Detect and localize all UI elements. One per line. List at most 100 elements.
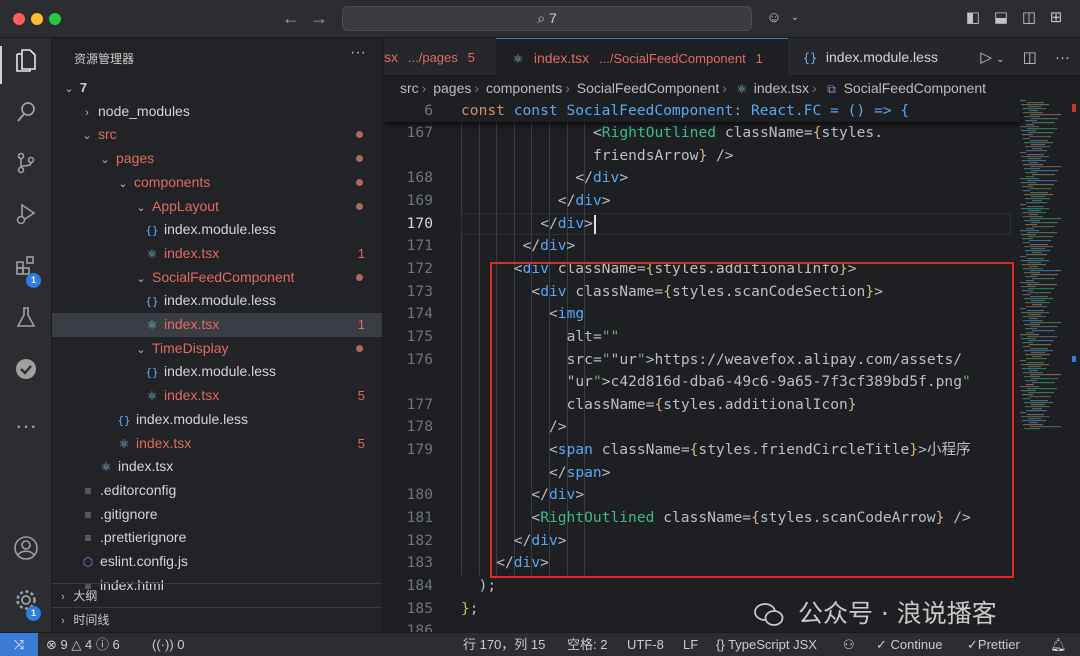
tree-item[interactable]: {} index.module.less	[52, 218, 382, 242]
tree-item[interactable]: ⚛ index.tsx 1	[52, 313, 382, 337]
remote-indicator-icon[interactable]: ⤨	[0, 633, 38, 656]
problem-count: 5	[357, 435, 365, 451]
problems-status[interactable]: ⊗ 9 △ 4 ⓘ 6	[46, 633, 120, 656]
chevron-down-icon[interactable]: ⌄	[996, 54, 1004, 65]
minimap-line	[1023, 424, 1043, 426]
breadcrumb-item[interactable]: pages	[433, 80, 471, 96]
settings-icon[interactable]: 1	[8, 587, 44, 623]
tree-item[interactable]: ⌄ SocialFeedComponent	[52, 266, 382, 290]
breadcrumb-item[interactable]: SocialFeedComponent	[844, 80, 986, 96]
tree-item[interactable]: {} index.module.less	[52, 360, 382, 384]
notifications-bell-icon[interactable]: 🔔︎	[1050, 633, 1067, 656]
toggle-panel-icon[interactable]: ⬓	[992, 9, 1010, 27]
minimap-line	[1025, 380, 1037, 382]
tree-item[interactable]: ⌄ src	[52, 123, 382, 147]
minimap-line	[1031, 144, 1045, 146]
line-number: 185	[406, 599, 433, 617]
more-actions-icon[interactable]: ···	[1055, 49, 1070, 66]
tree-item[interactable]: ⚛ index.tsx 5	[52, 432, 382, 456]
toggle-sidebar-icon[interactable]: ◧	[964, 9, 982, 27]
editor-scrollbar[interactable]	[1072, 100, 1080, 632]
code-line-text: friendsArrow} />	[593, 146, 734, 164]
tab-socialfeed-index[interactable]: ⚛ index.tsx .../SocialFeedComponent 1	[496, 38, 788, 76]
tree-root[interactable]: ⌄ 7	[52, 76, 382, 100]
prettier-status[interactable]: ✓Prettier	[967, 633, 1020, 656]
tree-item[interactable]: ⬡ eslint.config.js	[52, 550, 382, 574]
tree-item[interactable]: › node_modules	[52, 100, 382, 124]
testing-icon[interactable]	[8, 304, 44, 340]
tree-item[interactable]: ⌄ components	[52, 171, 382, 195]
tree-item[interactable]: ≡ .editorconfig	[52, 479, 382, 503]
tree-item[interactable]: ⌄ pages	[52, 147, 382, 171]
outline-section[interactable]: › 大纲	[52, 583, 382, 607]
tree-item[interactable]: ≡ .prettierignore	[52, 526, 382, 550]
run-icon[interactable]: ▷	[980, 49, 992, 66]
minimap-line	[1029, 396, 1051, 398]
tree-item[interactable]: ⚛ index.tsx 5	[52, 384, 382, 408]
copilot-icon[interactable]: ☺	[765, 9, 783, 27]
breadcrumb-item[interactable]: SocialFeedComponent	[577, 80, 719, 96]
react-icon: ⚛	[146, 318, 158, 332]
tree-item[interactable]: ≡ .gitignore	[52, 503, 382, 527]
search-icon[interactable]	[8, 99, 44, 135]
sticky-scroll[interactable]: 6 const const SocialFeedComponent: React…	[384, 100, 1020, 122]
eol-status[interactable]: LF	[683, 633, 698, 656]
minimap[interactable]	[1018, 100, 1070, 440]
minimap-line	[1025, 120, 1037, 122]
tab-problem-count: 5	[467, 50, 475, 65]
timeline-section[interactable]: › 时间线	[52, 607, 382, 631]
minimap-line	[1024, 194, 1053, 196]
toggle-secondary-sidebar-icon[interactable]: ◫	[1020, 9, 1038, 27]
minimap-line	[1026, 280, 1034, 282]
copilot-status-icon[interactable]: ⚇	[843, 633, 855, 656]
continue-status[interactable]: ✓ Continue	[876, 633, 943, 656]
source-control-icon[interactable]	[8, 150, 44, 186]
error-icon: ⊗	[46, 637, 57, 652]
forward-arrow-icon[interactable]: →	[310, 8, 328, 29]
tab-index-module-less[interactable]: {} index.module.less	[788, 38, 958, 76]
cursor-position[interactable]: 行 170，列 15	[463, 633, 545, 656]
tree-item[interactable]: ⌄ TimeDisplay	[52, 337, 382, 361]
problem-count: 1	[357, 245, 365, 261]
back-arrow-icon[interactable]: ←	[282, 8, 300, 29]
tree-item[interactable]: ⚛ index.tsx 1	[52, 242, 382, 266]
tree-item[interactable]: ⚛ index.tsx	[52, 455, 382, 479]
more-icon[interactable]: ···	[8, 408, 44, 444]
more-actions-icon[interactable]: ···	[350, 44, 366, 62]
minimap-line	[1027, 232, 1057, 234]
tree-item[interactable]: {} index.module.less	[52, 289, 382, 313]
react-icon: ⚛	[118, 436, 130, 451]
files-icon[interactable]	[8, 47, 44, 83]
minimap-line	[1020, 126, 1039, 128]
breadcrumb-item[interactable]: components	[486, 80, 562, 96]
minimap-line	[1024, 246, 1053, 248]
ports-status[interactable]: ((·)) 0	[152, 633, 185, 656]
close-window-button[interactable]	[13, 13, 25, 25]
indentation-status[interactable]: 空格: 2	[567, 633, 607, 656]
breadcrumb-item[interactable]: index.tsx	[754, 80, 809, 96]
minimap-line	[1031, 274, 1058, 276]
minimize-window-button[interactable]	[31, 13, 43, 25]
tree-item[interactable]: ⌄ AppLayout	[52, 195, 382, 219]
minimap-line	[1024, 142, 1053, 144]
tasks-icon[interactable]	[8, 356, 44, 392]
minimap-line	[1024, 272, 1040, 274]
minimap-line	[1028, 340, 1054, 342]
command-center-search[interactable]: ⌕ 7	[342, 6, 752, 31]
extensions-icon[interactable]: 1	[8, 253, 44, 289]
tree-item[interactable]: {} index.module.less	[52, 408, 382, 432]
split-editor-icon[interactable]: ◫	[1023, 49, 1037, 66]
breadcrumb-item[interactable]: src	[400, 80, 419, 96]
customize-layout-icon[interactable]: ⊞	[1047, 9, 1065, 27]
encoding-status[interactable]: UTF-8	[627, 633, 664, 656]
line-number: 6	[424, 102, 433, 119]
minimap-line	[1022, 186, 1033, 188]
account-icon[interactable]	[8, 535, 44, 571]
language-mode[interactable]: {} TypeScript JSX	[716, 633, 817, 656]
code-editor[interactable]: 6 const const SocialFeedComponent: React…	[384, 100, 1080, 632]
chevron-down-icon[interactable]: ⌄	[786, 9, 804, 27]
zoom-window-button[interactable]	[49, 13, 61, 25]
minimap-line	[1026, 306, 1047, 308]
run-debug-icon[interactable]	[8, 201, 44, 237]
tab-pages-index[interactable]: sx .../pages 5	[384, 38, 496, 76]
